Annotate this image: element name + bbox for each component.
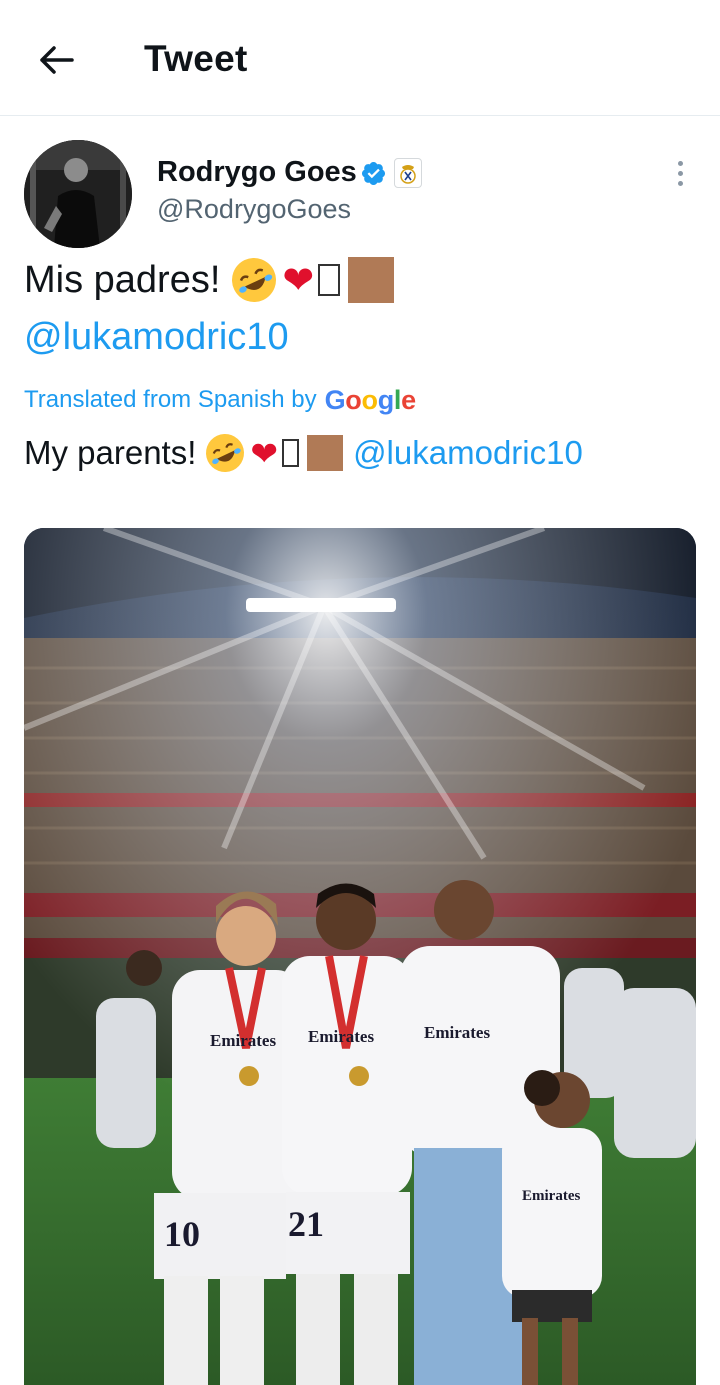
missing-glyph xyxy=(318,264,341,296)
more-options-button[interactable] xyxy=(664,156,696,190)
tweet-photo[interactable]: Emirates Emirates Emirates Emirates 10 2… xyxy=(24,528,696,1385)
shirt-sponsor-text: Emirates xyxy=(308,1027,374,1046)
author-handle[interactable]: @RodrygoGoes xyxy=(157,194,351,225)
missing-glyph xyxy=(282,439,300,467)
shirt-sponsor-text: Emirates xyxy=(522,1188,580,1204)
shirt-sponsor-text: Emirates xyxy=(424,1023,490,1042)
more-dot-icon xyxy=(677,160,683,166)
red-heart-emoji: ❤ xyxy=(282,258,315,302)
page-title: Tweet xyxy=(144,38,248,79)
mention-link[interactable]: @lukamodric10 xyxy=(24,316,289,359)
shirt-number: 10 xyxy=(164,1214,200,1254)
shirt-sponsor-text: Emirates xyxy=(210,1031,276,1050)
avatar[interactable] xyxy=(24,140,132,248)
rofl-face-emoji xyxy=(225,250,284,310)
translated-text-content: My parents! xyxy=(24,434,197,471)
arrow-left-icon xyxy=(40,46,74,74)
tweet-text: Mis padres! ❤ xyxy=(24,250,395,310)
red-heart-emoji: ❤ xyxy=(250,433,279,473)
google-logo: Google xyxy=(324,384,417,415)
more-dot-icon xyxy=(677,180,683,186)
tweet-mention-line: @lukamodric10 xyxy=(24,313,289,361)
more-dot-icon xyxy=(677,170,683,176)
medium-skin-tone-swatch xyxy=(348,257,395,303)
club-badge xyxy=(394,158,422,188)
translated-text: My parents! ❤ @lukamodric10 xyxy=(24,427,583,479)
verified-badge-icon xyxy=(361,161,386,186)
top-app-bar: Tweet xyxy=(0,0,720,116)
shirt-number: 21 xyxy=(288,1204,324,1244)
mention-link[interactable]: @lukamodric10 xyxy=(353,434,583,472)
translation-attribution[interactable]: Translated from Spanish by Google xyxy=(24,384,416,416)
back-button[interactable] xyxy=(26,34,86,86)
real-madrid-crest-icon xyxy=(400,165,416,184)
rofl-face-emoji xyxy=(200,427,251,479)
medium-skin-tone-swatch xyxy=(307,435,344,471)
translation-prefix: Translated from Spanish by xyxy=(24,386,317,413)
tweet-text-content: Mis padres! xyxy=(24,258,221,301)
author-display-name[interactable]: Rodrygo Goes xyxy=(157,156,357,189)
